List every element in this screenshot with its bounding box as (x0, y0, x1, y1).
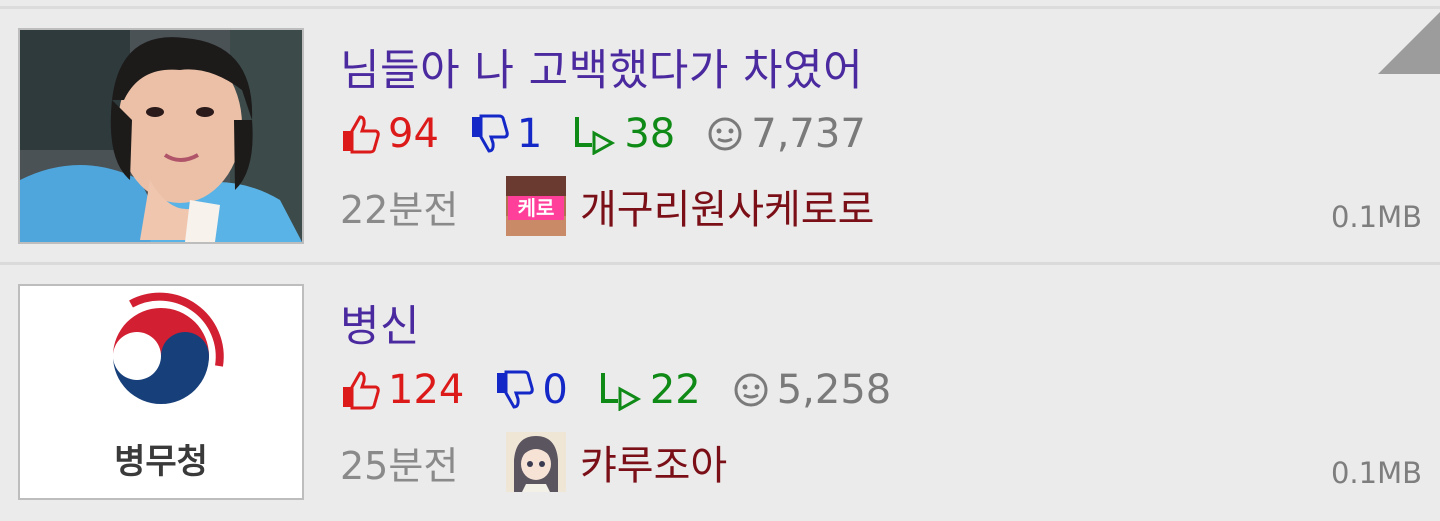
logo-text: 병무청 (114, 442, 208, 482)
post-divider (0, 262, 1440, 265)
post-stats: 94 1 38 7,737 (340, 110, 896, 158)
avatar-badge-text: 케로 (518, 196, 555, 220)
post-thumbnail[interactable] (18, 28, 304, 244)
avatar[interactable]: 케로 (506, 176, 566, 236)
post-meta: 25분전 캬루조아 (340, 432, 727, 492)
dislike-value: 0 (542, 367, 568, 413)
person-photo-icon (20, 30, 302, 242)
post-stats: 124 0 22 5,258 (340, 366, 921, 414)
like-value: 94 (388, 111, 439, 157)
taegeuk-logo-icon: 병무청 (20, 286, 302, 498)
view-value: 5,258 (776, 367, 892, 413)
like-value: 124 (388, 367, 465, 413)
anime-girl-avatar-icon (506, 432, 566, 492)
file-size: 0.1MB (1330, 456, 1422, 490)
share-value: 22 (649, 367, 701, 413)
view-value: 7,737 (751, 111, 866, 157)
top-border (0, 6, 1440, 9)
thumbs-down-icon (471, 114, 509, 153)
post-item[interactable]: 님들아 나 고백했다가 차였어 94 1 38 7,737 22분전 케로 개구… (0, 10, 1440, 265)
keroro-avatar-icon: 케로 (506, 176, 566, 236)
share-count: 22 (598, 367, 701, 413)
like-count: 94 (340, 111, 439, 157)
smiley-view-icon (734, 373, 768, 407)
post-title[interactable]: 님들아 나 고백했다가 차였어 (340, 36, 863, 98)
corner-fold-icon (1378, 12, 1440, 74)
author-name[interactable]: 캬루조아 (580, 433, 727, 491)
thumbs-up-icon (343, 371, 380, 410)
thumbs-down-icon (497, 370, 535, 409)
post-time: 22분전 (340, 187, 459, 232)
dislike-value: 1 (516, 111, 543, 157)
file-size: 0.1MB (1330, 200, 1422, 234)
share-count: 38 (572, 111, 675, 157)
view-count: 7,737 (705, 111, 866, 157)
share-value: 38 (624, 111, 676, 157)
like-count: 124 (340, 367, 464, 413)
dislike-count: 0 (494, 367, 568, 413)
thumbs-up-icon (343, 115, 380, 154)
post-title[interactable]: 병신 (340, 292, 420, 354)
share-arrow-icon (575, 117, 616, 155)
post-time: 25분전 (340, 443, 459, 488)
author-name[interactable]: 개구리원사케로로 (580, 177, 874, 235)
avatar[interactable] (506, 432, 566, 492)
post-item[interactable]: 병무청 병신 124 0 22 5,258 25분전 캬루조아 0.1MB (0, 266, 1440, 521)
post-meta: 22분전 케로 개구리원사케로로 (340, 176, 874, 236)
post-thumbnail[interactable]: 병무청 (18, 284, 304, 500)
view-count: 5,258 (731, 367, 892, 413)
smiley-view-icon (708, 117, 742, 151)
share-arrow-icon (600, 373, 641, 411)
dislike-count: 1 (469, 111, 542, 157)
